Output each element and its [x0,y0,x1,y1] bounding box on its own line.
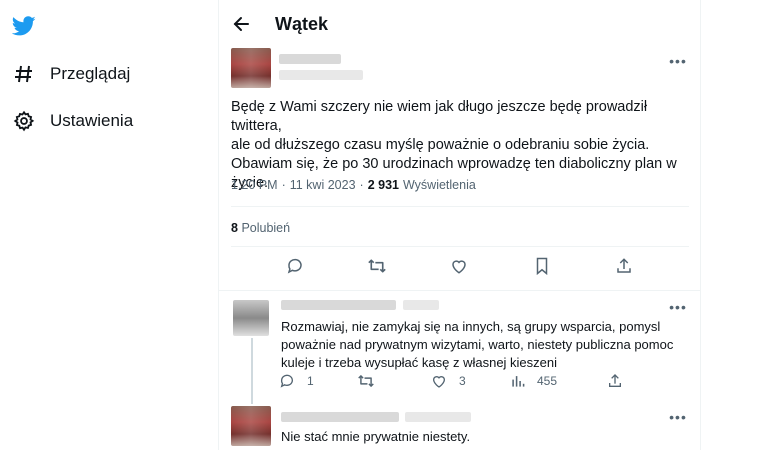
reply-date-redacted [403,300,439,310]
divider [231,206,689,207]
more-options-icon[interactable]: ••• [669,52,687,70]
like-button[interactable]: 3 [431,373,511,389]
more-options-icon[interactable]: ••• [669,298,687,316]
reply-icon[interactable] [284,255,306,277]
meta-separator: · [281,178,286,192]
share-icon[interactable] [607,373,635,389]
reply-count: 1 [307,374,314,388]
tweet-actions [219,255,700,283]
avatar[interactable] [231,406,271,446]
likes-label: Polubień [241,221,291,235]
bookmark-icon[interactable] [531,255,553,277]
thread-header: Wątek [219,0,700,48]
likes-count: 8 [231,221,238,235]
divider [219,290,700,291]
retweet-icon[interactable] [366,255,388,277]
page-title: Wątek [275,13,329,34]
sidebar-item-label: Przeglądaj [50,64,131,83]
author-name-redacted[interactable] [281,300,396,310]
views-label: Wyświetlenia [402,178,476,192]
view-count: 455 [537,374,558,388]
author-name-redacted[interactable] [281,412,399,422]
avatar[interactable] [231,48,271,88]
share-icon[interactable] [613,255,635,277]
thread-connector [251,338,253,404]
more-options-icon[interactable]: ••• [669,408,687,426]
avatar[interactable] [233,300,269,336]
back-arrow-icon[interactable] [231,14,251,34]
sidebar-item-settings[interactable]: Ustawienia [12,106,133,136]
like-count: 3 [459,374,466,388]
tweet-time[interactable]: 1:20 PM [231,178,278,192]
reply-text: Rozmawiaj, nie zamykaj się na innych, są… [281,319,674,370]
like-icon[interactable] [448,255,470,277]
views-count: 2 931 [367,178,399,192]
twitter-bird-icon[interactable] [11,14,36,38]
author-name-redacted[interactable] [279,54,341,64]
author-handle-redacted [405,412,471,422]
reply-text: Nie stać mnie prywatnie niestety. [281,429,471,444]
views-button[interactable]: 455 [511,374,607,388]
likes-summary[interactable]: 8 Polubień [231,221,290,235]
gear-icon [12,109,36,133]
sidebar-item-explore[interactable]: Przeglądaj [12,59,130,89]
reply-button[interactable]: 1 [279,373,357,389]
sidebar-item-label: Ustawienia [50,111,134,130]
divider [231,246,689,247]
reply-actions: 1 3 455 [279,373,635,389]
hashtag-icon [12,62,36,86]
retweet-button[interactable] [357,373,431,389]
left-sidebar: Przeglądaj Ustawienia [0,0,215,450]
author-handle-redacted[interactable] [279,70,363,80]
tweet-meta: 1:20 PM · 11 kwi 2023 · 2 931 Wyświetlen… [231,178,476,192]
meta-separator: · [359,178,364,192]
tweet-date[interactable]: 11 kwi 2023 [290,178,356,192]
thread-column: Wątek ••• Będę z Wami szczery nie wiem j… [218,0,701,450]
